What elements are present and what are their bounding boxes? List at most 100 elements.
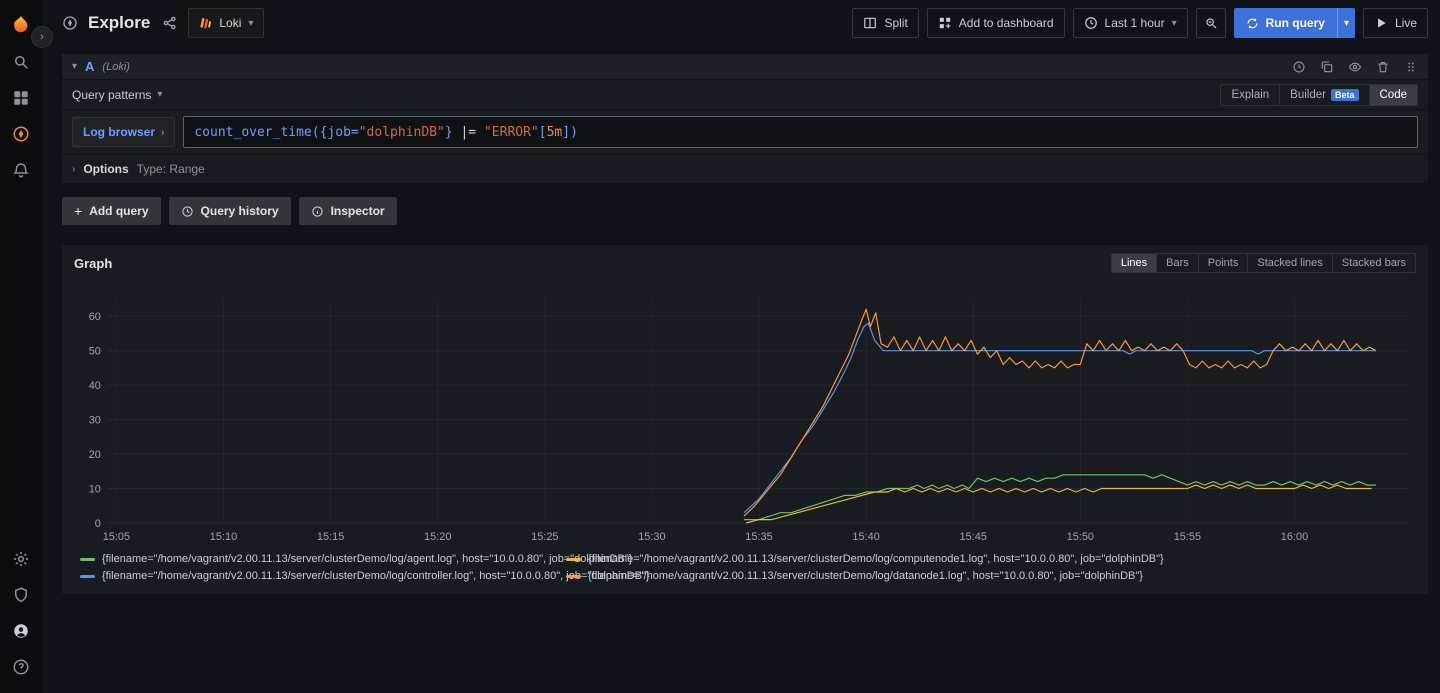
editor-mode-builder[interactable]: BuilderBeta xyxy=(1279,85,1368,105)
zoom-out-button[interactable] xyxy=(1196,8,1226,38)
svg-text:16:00: 16:00 xyxy=(1281,531,1308,543)
svg-text:0: 0 xyxy=(95,518,101,530)
query-history-button[interactable]: Query history xyxy=(169,197,291,225)
svg-text:15:30: 15:30 xyxy=(638,531,665,543)
legend-swatch xyxy=(566,575,581,578)
graph-mode-points[interactable]: Points xyxy=(1198,254,1248,272)
svg-text:20: 20 xyxy=(89,449,101,461)
refresh-icon xyxy=(1246,17,1259,30)
log-browser-button[interactable]: Log browser › xyxy=(72,117,175,147)
zoom-out-icon xyxy=(1204,16,1218,30)
graph-mode-bars[interactable]: Bars xyxy=(1156,254,1198,272)
share-icon[interactable] xyxy=(162,15,178,31)
editor-mode-explain[interactable]: Explain xyxy=(1221,85,1279,105)
explore-toolbar: Explore Loki ▾ Split Add to dashboard xyxy=(62,0,1428,46)
graph-mode-lines[interactable]: Lines xyxy=(1112,254,1156,272)
search-icon[interactable] xyxy=(0,44,42,80)
duplicate-query-icon[interactable] xyxy=(1320,60,1334,74)
legend-item[interactable]: {filename="/home/vagrant/v2.00.11.13/ser… xyxy=(566,570,1416,582)
graph-header: Graph LinesBarsPointsStacked linesStacke… xyxy=(74,253,1416,273)
live-button[interactable]: Live xyxy=(1363,8,1428,38)
collapse-chevron-icon[interactable]: ▾ xyxy=(72,61,77,72)
editor-mode-switch: Explain BuilderBeta Code xyxy=(1220,84,1418,106)
history-clock-icon xyxy=(181,205,194,218)
query-patterns-label[interactable]: Query patterns xyxy=(72,88,151,102)
svg-text:15:35: 15:35 xyxy=(745,531,772,543)
svg-text:15:25: 15:25 xyxy=(531,531,558,543)
graph-mode-stacked-lines[interactable]: Stacked lines xyxy=(1247,254,1331,272)
query-ref-id: A xyxy=(85,59,94,74)
svg-text:50: 50 xyxy=(89,346,101,358)
query-editor-panel: ▾ A (Loki) Query patterns ▾ Explain Buil… xyxy=(62,54,1428,183)
graph-mode-stacked-bars[interactable]: Stacked bars xyxy=(1332,254,1415,272)
query-patterns-row: Query patterns ▾ Explain BuilderBeta Cod… xyxy=(62,80,1428,110)
timeseries-chart[interactable]: 15:0515:1015:1515:2015:2515:3015:3515:40… xyxy=(74,287,1416,549)
legend-swatch xyxy=(566,558,581,561)
query-actions: + Add query Query history Inspector xyxy=(62,197,1428,225)
legend-item[interactable]: {filename="/home/vagrant/v2.00.11.13/ser… xyxy=(80,553,566,565)
query-row-header: ▾ A (Loki) xyxy=(62,54,1428,80)
legend-item[interactable]: {filename="/home/vagrant/v2.00.11.13/ser… xyxy=(80,570,566,582)
legend-swatch xyxy=(80,575,95,578)
user-avatar[interactable] xyxy=(0,613,42,649)
alerting-bell-icon[interactable] xyxy=(0,152,42,188)
query-row-actions xyxy=(1292,60,1418,74)
chevron-down-icon: ▾ xyxy=(157,89,162,100)
legend-swatch xyxy=(80,558,95,561)
clock-icon xyxy=(1084,16,1098,30)
svg-text:15:40: 15:40 xyxy=(852,531,879,543)
live-label: Live xyxy=(1395,16,1417,30)
svg-text:15:50: 15:50 xyxy=(1067,531,1094,543)
split-icon xyxy=(863,16,877,30)
query-history-row-icon[interactable] xyxy=(1292,60,1306,74)
add-query-button[interactable]: + Add query xyxy=(62,197,161,225)
nav-sidebar: › xyxy=(0,0,42,693)
add-to-dashboard-button[interactable]: Add to dashboard xyxy=(927,8,1065,38)
dashboards-icon[interactable] xyxy=(0,80,42,116)
remove-query-trash-icon[interactable] xyxy=(1376,60,1390,74)
svg-text:15:15: 15:15 xyxy=(317,531,344,543)
svg-text:15:20: 15:20 xyxy=(424,531,451,543)
app-root: › xyxy=(0,0,1440,693)
help-icon[interactable] xyxy=(0,649,42,685)
time-range-picker[interactable]: Last 1 hour ▾ xyxy=(1073,8,1188,38)
loki-logo-icon xyxy=(199,17,212,30)
run-query-button[interactable]: Run query ▾ xyxy=(1234,8,1355,38)
options-value: Type: Range xyxy=(137,162,205,176)
inspector-label: Inspector xyxy=(331,204,385,218)
chevron-right-icon: › xyxy=(72,164,75,175)
query-expression: count_over_time({job="dolphinDB"} |= "ER… xyxy=(194,125,578,140)
settings-gear-icon[interactable] xyxy=(0,541,42,577)
chevron-down-icon: ▾ xyxy=(1344,18,1349,29)
sidebar-expand-button[interactable]: › xyxy=(31,26,53,48)
datasource-picker[interactable]: Loki ▾ xyxy=(188,8,264,38)
query-history-label: Query history xyxy=(201,204,279,218)
datasource-name: Loki xyxy=(219,16,241,30)
editor-mode-code[interactable]: Code xyxy=(1369,85,1418,105)
split-button[interactable]: Split xyxy=(852,8,918,38)
options-label: Options xyxy=(83,162,128,176)
legend-item[interactable]: {filename="/home/vagrant/v2.00.11.13/ser… xyxy=(566,553,1416,565)
svg-text:15:05: 15:05 xyxy=(103,531,130,543)
add-query-label: Add query xyxy=(89,204,148,218)
dashboard-add-icon xyxy=(938,16,952,30)
security-shield-icon[interactable] xyxy=(0,577,42,613)
page-title: Explore xyxy=(88,13,150,33)
graph-panel: Graph LinesBarsPointsStacked linesStacke… xyxy=(62,245,1428,594)
chevron-down-icon: ▾ xyxy=(1172,18,1177,29)
add-to-dashboard-label: Add to dashboard xyxy=(959,16,1054,30)
inspector-button[interactable]: Inspector xyxy=(299,197,397,225)
legend-label: {filename="/home/vagrant/v2.00.11.13/ser… xyxy=(102,553,632,565)
graph-legend: {filename="/home/vagrant/v2.00.11.13/ser… xyxy=(80,553,1416,582)
explore-compass-icon[interactable] xyxy=(0,116,42,152)
svg-text:40: 40 xyxy=(89,380,101,392)
query-datasource-hint: (Loki) xyxy=(102,61,130,73)
main-area: Explore Loki ▾ Split Add to dashboard xyxy=(42,0,1440,693)
drag-handle-icon[interactable] xyxy=(1404,60,1418,74)
log-browser-label: Log browser xyxy=(83,125,155,139)
explore-header-compass-icon xyxy=(62,15,78,31)
run-query-dropdown[interactable]: ▾ xyxy=(1337,8,1355,38)
query-expression-input[interactable]: count_over_time({job="dolphinDB"} |= "ER… xyxy=(183,116,1418,148)
query-options-row[interactable]: › Options Type: Range xyxy=(62,155,1428,183)
hide-query-eye-icon[interactable] xyxy=(1348,60,1362,74)
